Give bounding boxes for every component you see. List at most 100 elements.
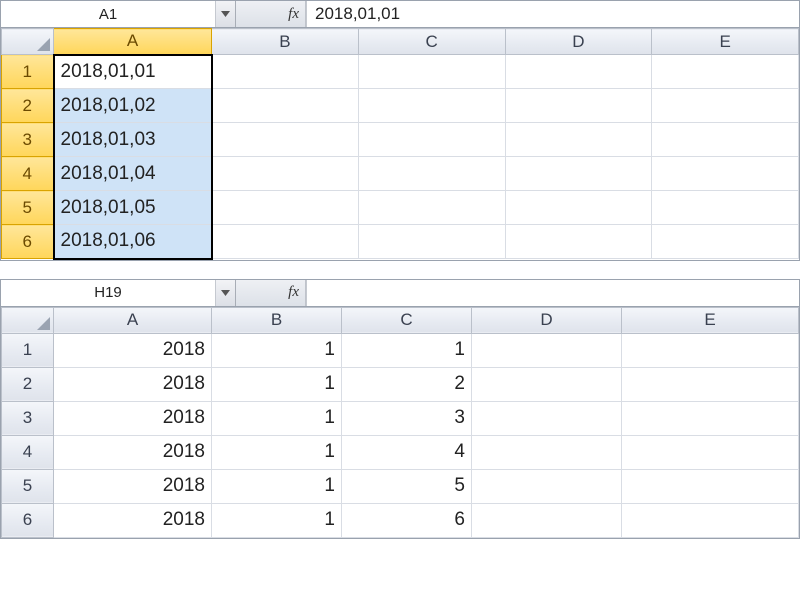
cell[interactable] (652, 225, 799, 259)
cell[interactable] (505, 225, 652, 259)
cell[interactable] (358, 157, 505, 191)
cell[interactable]: 2018 (54, 401, 212, 435)
cell[interactable] (472, 469, 622, 503)
name-box[interactable]: A1 (1, 1, 236, 27)
row-header[interactable]: 3 (2, 401, 54, 435)
cell[interactable] (472, 367, 622, 401)
row-header[interactable]: 1 (2, 55, 54, 89)
cell[interactable]: 2018 (54, 469, 212, 503)
col-header[interactable]: B (212, 307, 342, 333)
cell[interactable] (652, 157, 799, 191)
cell[interactable]: 2018,01,01 (54, 55, 212, 89)
name-box-dropdown[interactable] (215, 1, 235, 27)
cell[interactable] (622, 469, 799, 503)
cell[interactable] (472, 401, 622, 435)
cell[interactable] (505, 123, 652, 157)
row-header[interactable]: 6 (2, 503, 54, 537)
formula-bar-top: A1 fx 2018,01,01 (0, 0, 800, 28)
cell[interactable] (652, 89, 799, 123)
row-header[interactable]: 5 (2, 191, 54, 225)
cell[interactable]: 2018 (54, 503, 212, 537)
cell[interactable] (358, 123, 505, 157)
fx-icon[interactable]: fx (288, 6, 299, 23)
col-header[interactable]: C (342, 307, 472, 333)
col-header[interactable]: D (472, 307, 622, 333)
name-box-dropdown[interactable] (215, 280, 235, 306)
formula-bar-value[interactable]: 2018,01,01 (306, 1, 799, 27)
cell[interactable]: 1 (212, 435, 342, 469)
bottom-sheet: H19 fx A B C D E (0, 279, 800, 539)
cell[interactable]: 2018,01,02 (54, 89, 212, 123)
cell[interactable] (505, 191, 652, 225)
cell[interactable]: 2018 (54, 333, 212, 367)
cell[interactable] (212, 157, 359, 191)
fx-icon[interactable]: fx (288, 284, 299, 301)
cell[interactable]: 1 (212, 469, 342, 503)
cell[interactable]: 1 (342, 333, 472, 367)
col-header[interactable]: E (622, 307, 799, 333)
cell[interactable]: 2018,01,05 (54, 191, 212, 225)
cell[interactable] (622, 401, 799, 435)
cell[interactable]: 4 (342, 435, 472, 469)
cell[interactable] (472, 435, 622, 469)
select-all-corner[interactable] (2, 29, 54, 55)
cell[interactable] (472, 333, 622, 367)
cell[interactable] (652, 55, 799, 89)
col-header[interactable]: D (505, 29, 652, 55)
col-header[interactable]: E (652, 29, 799, 55)
row-header[interactable]: 1 (2, 333, 54, 367)
name-box[interactable]: H19 (1, 280, 236, 306)
col-header[interactable]: C (358, 29, 505, 55)
col-header[interactable]: A (54, 29, 212, 55)
cell[interactable] (622, 367, 799, 401)
cell[interactable] (212, 191, 359, 225)
cell[interactable] (622, 503, 799, 537)
name-box-value: H19 (1, 284, 215, 301)
row-header[interactable]: 5 (2, 469, 54, 503)
cell[interactable] (472, 503, 622, 537)
cell[interactable]: 1 (212, 333, 342, 367)
name-box-value: A1 (1, 6, 215, 23)
cell[interactable]: 1 (212, 401, 342, 435)
cell[interactable]: 1 (212, 367, 342, 401)
cell[interactable] (505, 55, 652, 89)
cell[interactable]: 2018,01,03 (54, 123, 212, 157)
cell[interactable] (358, 225, 505, 259)
cell[interactable] (212, 55, 359, 89)
col-header[interactable]: A (54, 307, 212, 333)
cell[interactable] (212, 89, 359, 123)
cell[interactable]: 1 (212, 503, 342, 537)
select-all-corner[interactable] (2, 307, 54, 333)
col-header[interactable]: B (212, 29, 359, 55)
row-header[interactable]: 6 (2, 225, 54, 259)
cell[interactable]: 3 (342, 401, 472, 435)
cell[interactable]: 6 (342, 503, 472, 537)
cell[interactable] (505, 157, 652, 191)
row-header[interactable]: 4 (2, 157, 54, 191)
cell[interactable] (622, 435, 799, 469)
top-sheet: A1 fx 2018,01,01 A B C D E (0, 0, 800, 261)
cell[interactable] (652, 123, 799, 157)
formula-bar-value[interactable] (306, 280, 799, 306)
cell[interactable] (212, 123, 359, 157)
grid-top: A B C D E 1 2018,01,01 2 2018,01,02 (0, 28, 800, 261)
cell[interactable]: 5 (342, 469, 472, 503)
cell[interactable]: 2018 (54, 435, 212, 469)
row-header[interactable]: 2 (2, 89, 54, 123)
row-header[interactable]: 3 (2, 123, 54, 157)
cell[interactable] (505, 89, 652, 123)
cell[interactable]: 2018 (54, 367, 212, 401)
cell[interactable]: 2018,01,06 (54, 225, 212, 259)
formula-bar-buttons: fx (236, 280, 306, 306)
row-header[interactable]: 2 (2, 367, 54, 401)
cell[interactable]: 2 (342, 367, 472, 401)
grid-bottom: A B C D E 1 2018 1 1 2 2018 1 2 (0, 307, 800, 539)
cell[interactable] (212, 225, 359, 259)
cell[interactable] (358, 191, 505, 225)
cell[interactable] (358, 89, 505, 123)
cell[interactable]: 2018,01,04 (54, 157, 212, 191)
cell[interactable] (358, 55, 505, 89)
cell[interactable] (652, 191, 799, 225)
cell[interactable] (622, 333, 799, 367)
row-header[interactable]: 4 (2, 435, 54, 469)
